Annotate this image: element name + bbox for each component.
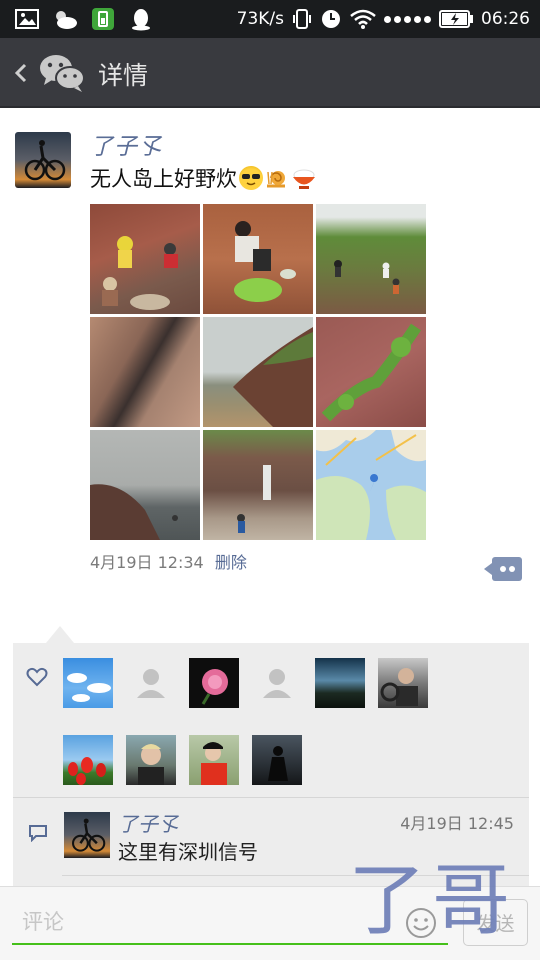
photo-map[interactable] — [316, 430, 426, 540]
avatar-pink-rose[interactable] — [189, 658, 239, 708]
post-text: 无人岛上好野炊 — [90, 167, 237, 191]
comment-text: 这里有深圳信号 — [118, 840, 258, 864]
alarm-icon — [322, 10, 340, 28]
author-avatar[interactable] — [15, 132, 71, 188]
snail-emoji — [265, 166, 289, 190]
qq-icon — [132, 9, 150, 31]
avatar-man-portrait[interactable] — [126, 735, 176, 785]
photo-rocky-shore[interactable] — [203, 430, 313, 540]
image-icon — [15, 9, 39, 29]
wifi-icon — [350, 9, 376, 29]
avatar-default[interactable] — [126, 658, 176, 708]
photo-grassy-hillside[interactable] — [316, 204, 426, 314]
watermark: 了哥 — [348, 856, 517, 946]
sunglasses-emoji — [239, 166, 263, 190]
avatar-dark-figure[interactable] — [252, 735, 302, 785]
avatar-default[interactable] — [252, 658, 302, 708]
post-meta: 4月19日 12:34 删除 — [90, 549, 247, 573]
commenter-avatar[interactable] — [64, 812, 110, 858]
author-name[interactable]: 了子孓 — [90, 127, 162, 161]
photo-rock-gully[interactable] — [90, 317, 200, 427]
net-speed: 73K/s — [236, 9, 284, 29]
photo-misty-coast[interactable] — [90, 430, 200, 540]
avatar-blue-sky[interactable] — [63, 658, 113, 708]
title-bar: 详情 — [0, 38, 540, 108]
panel-divider — [13, 797, 529, 798]
wechat-icon — [40, 55, 85, 92]
status-bar: 73K/s 06:26 — [0, 0, 540, 38]
clock: 06:26 — [481, 9, 530, 29]
page-title: 详情 — [98, 61, 149, 90]
comment-icon — [29, 825, 47, 842]
photo-grid — [90, 204, 426, 540]
commenter-name[interactable]: 了子孓 — [118, 808, 178, 837]
battery-app-icon — [92, 8, 114, 30]
heart-icon — [26, 667, 48, 687]
photo-red-rock-slope[interactable] — [316, 317, 426, 427]
avatar-dark-landscape[interactable] — [315, 658, 365, 708]
photo-hikers-on-red-rocks[interactable] — [90, 204, 200, 314]
comment-time: 4月19日 12:45 — [400, 814, 514, 833]
avatar-red-tulips[interactable] — [63, 735, 113, 785]
weather-icon — [56, 11, 77, 29]
avatar-car-driver[interactable] — [378, 658, 428, 708]
panel-pointer — [46, 626, 74, 643]
avatar-woman-red-jacket[interactable] — [189, 735, 239, 785]
battery-icon — [439, 10, 473, 28]
photo-sea-and-cliff[interactable] — [203, 317, 313, 427]
vibrate-icon — [293, 9, 311, 29]
more-actions-button[interactable] — [484, 557, 522, 581]
dot-icon — [509, 566, 515, 572]
signal-icon — [384, 15, 431, 23]
photo-picking-greens[interactable] — [203, 204, 313, 314]
back-icon[interactable] — [12, 58, 30, 88]
delete-link[interactable]: 删除 — [215, 553, 247, 572]
post-time: 4月19日 12:34 — [90, 553, 204, 572]
post-text-row: 无人岛上好野炊 — [90, 163, 315, 193]
dot-icon — [500, 566, 506, 572]
rice-bowl-emoji — [291, 166, 315, 190]
